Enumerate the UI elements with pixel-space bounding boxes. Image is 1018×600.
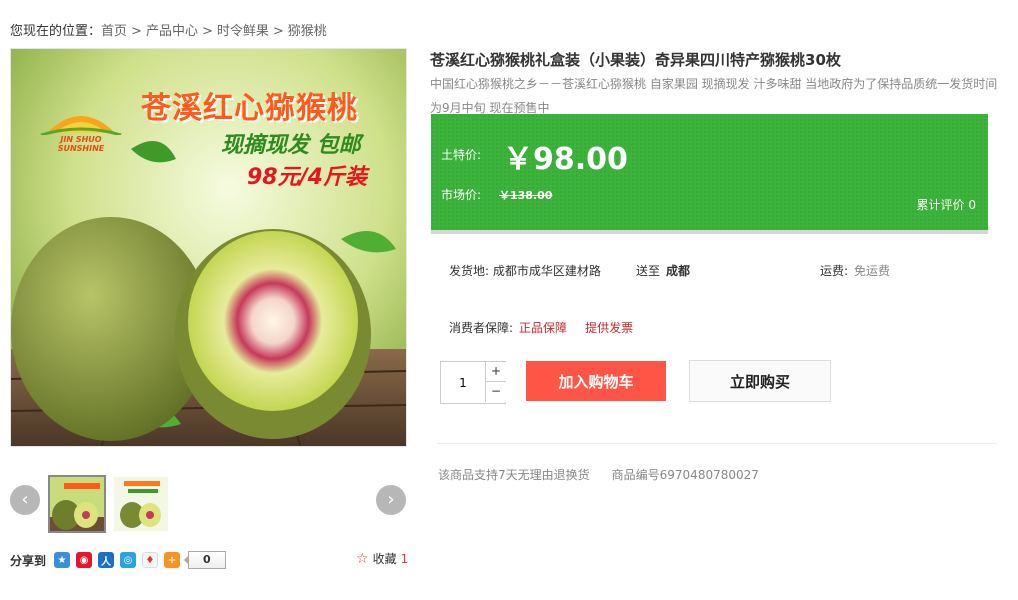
market-price-label: 市场价: xyxy=(441,188,482,202)
product-title: 苍溪红心猕猴桃礼盒装（小果装）奇异果四川特产猕猴桃30枚 xyxy=(430,51,841,69)
quantity-input[interactable] xyxy=(441,362,485,403)
review-summary[interactable]: 累计评价 0 xyxy=(917,196,976,213)
guarantee-invoice[interactable]: 提供发票 xyxy=(585,321,633,335)
breadcrumb-separator: > xyxy=(272,24,284,39)
ship-from-value: 成都市成华区建材路 xyxy=(492,264,601,278)
quantity-stepper: + − xyxy=(440,361,506,404)
breadcrumb-kiwi[interactable]: 猕猴桃 xyxy=(288,24,327,39)
breadcrumb-home[interactable]: 首页 xyxy=(101,24,127,39)
quantity-plus-button[interactable]: + xyxy=(485,362,506,382)
divider xyxy=(437,443,997,444)
thumbnail-image xyxy=(50,477,104,531)
star-icon: ☆ xyxy=(356,550,369,567)
buy-now-button[interactable]: 立即购买 xyxy=(689,360,831,402)
breadcrumb-separator: > xyxy=(201,24,213,39)
product-footer-info: 该商品支持7天无理由退换货 商品编号6970480780027 xyxy=(438,466,759,483)
special-price-label: 土特价: xyxy=(441,148,482,162)
image-subline: 现摘现发 包邮 xyxy=(221,133,361,158)
shipping-fee-label: 运费: xyxy=(820,264,849,278)
thumbnail-prev-button[interactable]: ‹ xyxy=(10,485,40,515)
collect-button[interactable]: ☆ 收藏 1 xyxy=(356,550,408,567)
thumbnail-image xyxy=(114,477,168,531)
add-to-cart-button[interactable]: 加入购物车 xyxy=(526,361,666,401)
qq-icon[interactable]: ♦ xyxy=(142,552,159,568)
brand-logo: JIN SHUO SUNSHINE xyxy=(37,105,125,157)
product-description: 中国红心猕猴桃之乡－－苍溪红心猕猴桃 自家果园 现摘现发 汁多味甜 当地政府为了… xyxy=(430,77,998,115)
brand-logo-text: JIN SHUO SUNSHINE xyxy=(57,135,105,153)
ship-from-label: 发货地: xyxy=(449,264,490,278)
more-icon[interactable]: + xyxy=(164,552,181,568)
breadcrumb-seasonal-fruit[interactable]: 时令鲜果 xyxy=(217,24,269,39)
renren-icon[interactable]: 人 xyxy=(98,552,115,568)
breadcrumb-products[interactable]: 产品中心 xyxy=(146,24,198,39)
price-panel: 土特价: ￥98.00 市场价: ￥138.00 累计评价 0 xyxy=(431,114,988,234)
tqq-icon[interactable]: ◎ xyxy=(120,552,137,568)
sun-logo-icon xyxy=(40,116,122,135)
ship-to-value: 成都 xyxy=(666,264,691,278)
review-label: 累计评价 xyxy=(916,198,965,212)
qzone-icon[interactable]: ★ xyxy=(54,552,71,568)
product-code: 商品编号6970480780027 xyxy=(611,468,759,482)
image-headline: 苍溪红心猕猴桃 xyxy=(141,91,358,126)
return-policy: 该商品支持7天无理由退换货 xyxy=(438,468,590,482)
guarantee-label: 消费者保障: xyxy=(449,321,514,335)
image-price-line: 98元/4斤装 xyxy=(247,165,367,190)
collect-count: 1 xyxy=(400,551,409,566)
breadcrumb-lead: 您现在的位置： xyxy=(10,24,102,39)
shipping-fee: 运费: 免运费 xyxy=(820,262,890,279)
ship-from: 发货地: 成都市成华区建材路 xyxy=(449,262,601,279)
guarantee-authentic[interactable]: 正品保障 xyxy=(519,321,567,335)
share-label: 分享到 xyxy=(10,553,47,568)
review-count: 0 xyxy=(968,198,976,212)
shipping-fee-value: 免运费 xyxy=(854,264,891,278)
special-price-value: ￥98.00 xyxy=(503,142,628,177)
thumbnail-2[interactable] xyxy=(112,475,170,533)
main-product-image[interactable]: JIN SHUO SUNSHINE 苍溪红心猕猴桃 现摘现发 包邮 98元/4斤… xyxy=(10,48,407,447)
share-bar: 分享到 ★ ◉ 人 ◎ ♦ + 0 xyxy=(10,550,226,570)
weibo-icon[interactable]: ◉ xyxy=(76,552,93,568)
market-price-value: ￥138.00 xyxy=(499,189,553,202)
thumbnail-next-button[interactable]: › xyxy=(376,485,406,515)
breadcrumb: 您现在的位置：首页 > 产品中心 > 时令鲜果 > 猕猴桃 xyxy=(10,20,327,39)
breadcrumb-separator: > xyxy=(131,24,142,39)
thumbnail-1[interactable] xyxy=(48,475,106,533)
quantity-minus-button[interactable]: − xyxy=(485,382,506,402)
ship-to[interactable]: 送至 成都 xyxy=(636,262,690,279)
collect-label: 收藏 xyxy=(372,552,397,566)
ship-to-label: 送至 xyxy=(636,264,661,278)
consumer-guarantee: 消费者保障: 正品保障 提供发票 xyxy=(449,319,645,336)
share-count: 0 xyxy=(184,551,226,569)
